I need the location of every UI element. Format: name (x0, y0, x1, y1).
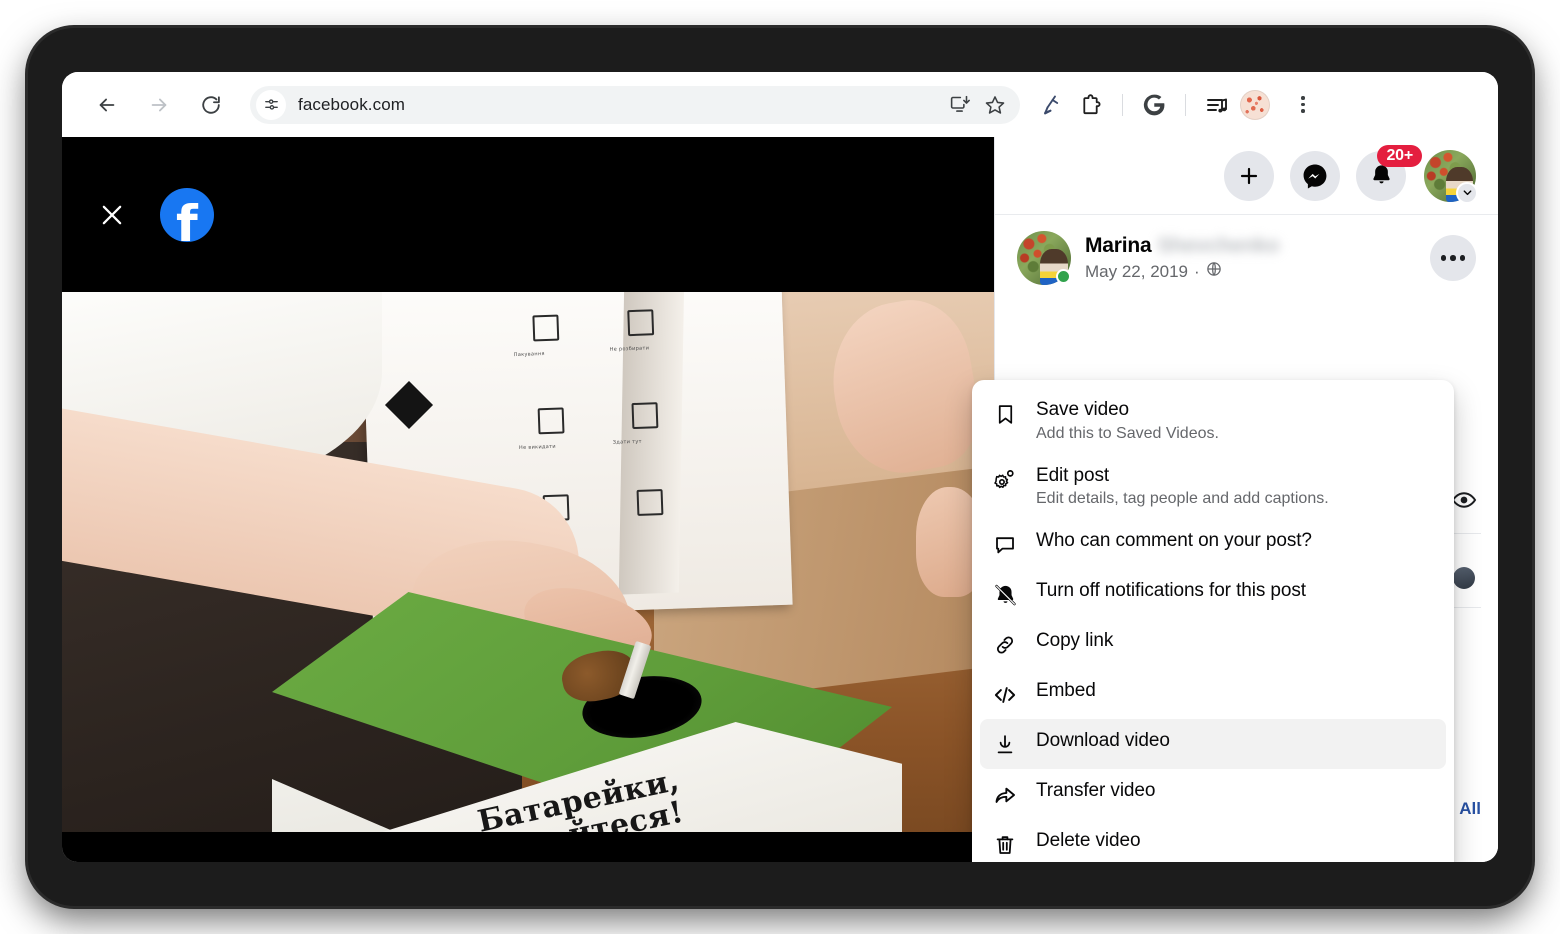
menu-item-delete-video[interactable]: Delete video (980, 819, 1446, 862)
notifications-button[interactable]: 20+ (1356, 144, 1422, 201)
pictogram-3-label: Не викидати (518, 443, 556, 452)
post-date[interactable]: May 22, 2019 (1085, 262, 1188, 282)
notification-count-badge: 20+ (1377, 144, 1422, 168)
link-icon (990, 630, 1020, 660)
toolbar-divider-2 (1185, 93, 1186, 116)
menu-item-title: Embed (1036, 680, 1096, 702)
pictogram-3-icon (537, 407, 565, 435)
forward-icon (142, 88, 176, 122)
menu-item-who-can-comment[interactable]: Who can comment on your post? (980, 519, 1446, 569)
toolbar-divider (1122, 93, 1123, 116)
messenger-button[interactable] (1290, 150, 1340, 201)
reaction-badge[interactable] (1453, 567, 1475, 589)
install-app-icon[interactable] (944, 90, 974, 120)
menu-item-transfer-video[interactable]: Transfer video (980, 769, 1446, 819)
facebook-logo-letter: f (176, 194, 198, 242)
screenshot-root: facebook.com f Пакування Не розбирати Не… (0, 0, 1560, 934)
download-icon (990, 730, 1020, 760)
pictogram-4-label: Здати тут (612, 438, 642, 446)
media-playlist-icon[interactable] (1200, 88, 1234, 122)
google-icon[interactable] (1137, 88, 1171, 122)
menu-item-edit-post[interactable]: Edit post Edit details, tag people and a… (980, 454, 1446, 520)
menu-item-title: Delete video (1036, 830, 1141, 852)
theater-header: f (62, 137, 994, 292)
trash-icon (990, 830, 1020, 860)
facebook-topbar: 20+ (995, 137, 1498, 215)
pictogram-1-label: Пакування (513, 351, 545, 359)
menu-item-title: Turn off notifications for this post (1036, 580, 1306, 602)
create-button[interactable] (1224, 150, 1274, 201)
menu-item-save-video[interactable]: Save video Add this to Saved Videos. (980, 388, 1446, 454)
back-icon[interactable] (90, 88, 124, 122)
menu-item-subtitle: Add this to Saved Videos. (1036, 424, 1219, 442)
comment-bubble-icon (990, 530, 1020, 560)
menu-item-title: Save video (1036, 399, 1130, 420)
views-eye-icon[interactable] (1451, 487, 1477, 518)
browser-toolbar: facebook.com (62, 72, 1498, 137)
url-text: facebook.com (298, 94, 406, 114)
menu-item-title: Transfer video (1036, 780, 1156, 802)
post-more-options-button[interactable] (1430, 235, 1476, 281)
menu-item-title: Download video (1036, 730, 1170, 752)
video-bottom-bar (62, 832, 994, 862)
globe-icon[interactable] (1206, 261, 1222, 282)
site-settings-icon[interactable] (256, 89, 286, 120)
browser-window: facebook.com f Пакування Не розбирати Не… (62, 72, 1498, 862)
post-author-name[interactable]: Marina (1085, 234, 1152, 258)
post-author-row: Marina Shevchenko (1085, 234, 1279, 258)
menu-item-embed[interactable]: Embed (980, 669, 1446, 719)
post-header: Marina Shevchenko May 22, 2019 · (995, 215, 1498, 285)
post-options-menu: Save video Add this to Saved Videos. Edi… (972, 380, 1454, 862)
page-content: f Пакування Не розбирати Не викидати Зда… (62, 137, 1498, 862)
extensions-area (1034, 88, 1320, 122)
video-player[interactable]: Пакування Не розбирати Не викидати Здати… (62, 292, 994, 832)
post-separator: · (1194, 261, 1200, 281)
facebook-logo-icon[interactable]: f (160, 187, 214, 242)
menu-item-title: Who can comment on your post? (1036, 530, 1312, 552)
omnibox-actions (944, 90, 1016, 120)
extensions-puzzle-icon[interactable] (1074, 88, 1108, 122)
gear-edit-icon (990, 465, 1020, 495)
post-meta: Marina Shevchenko May 22, 2019 · (1085, 234, 1279, 282)
post-author-avatar[interactable] (1017, 231, 1071, 285)
pictogram-2-icon (627, 309, 655, 337)
chevron-down-icon[interactable] (1456, 181, 1478, 204)
post-author-surname-blurred: Shevchenko (1157, 234, 1280, 257)
reload-icon[interactable] (194, 88, 228, 122)
chrome-menu-icon[interactable] (1286, 88, 1320, 122)
address-bar[interactable]: facebook.com (250, 85, 1020, 124)
account-button[interactable] (1424, 149, 1478, 204)
menu-item-title: Edit post (1036, 464, 1110, 486)
bookmark-icon (990, 399, 1020, 429)
menu-item-title: Copy link (1036, 630, 1114, 652)
video-theater: f Пакування Не розбирати Не викидати Зда… (62, 137, 994, 862)
chrome-profile-avatar[interactable] (1240, 89, 1270, 120)
view-all-link[interactable]: All (1459, 799, 1481, 819)
post-subline: May 22, 2019 · (1085, 261, 1279, 282)
pictogram-4-icon (631, 402, 659, 430)
share-arrow-icon (990, 780, 1020, 810)
pen-tool-extension-icon[interactable] (1034, 88, 1068, 122)
online-status-dot (1056, 269, 1071, 284)
menu-item-subtitle: Edit details, tag people and add caption… (1036, 490, 1329, 508)
pictogram-6-icon (636, 489, 664, 516)
code-embed-icon (990, 680, 1020, 710)
bookmark-star-icon[interactable] (980, 90, 1010, 120)
bell-slash-icon (990, 580, 1020, 610)
menu-item-copy-link[interactable]: Copy link (980, 619, 1446, 669)
menu-item-download-video[interactable]: Download video (980, 719, 1446, 770)
close-icon[interactable] (92, 195, 132, 235)
menu-item-turn-off-notifications[interactable]: Turn off notifications for this post (980, 569, 1446, 619)
pictogram-1-icon (532, 314, 560, 342)
